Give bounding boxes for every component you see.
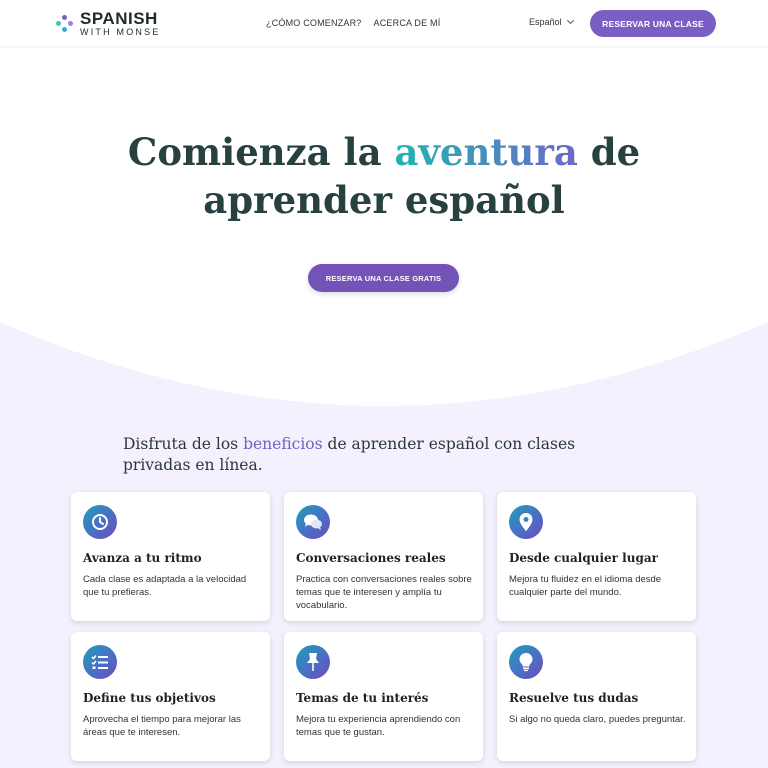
main-nav: ¿CÓMO COMENZAR? ACERCA DE MÍ [266,18,440,28]
benefit-card: Avanza a tu ritmo Cada clase es adaptada… [71,492,270,621]
free-class-button[interactable]: RESERVA UNA CLASE GRATIS [308,264,459,292]
location-pin-icon [509,505,543,539]
nav-how-to-start[interactable]: ¿CÓMO COMENZAR? [266,18,362,28]
benefit-card: Desde cualquier lugar Mejora tu fluidez … [497,492,696,621]
hero-title: Comienza la aventura de aprender español [0,128,768,224]
pushpin-icon [296,645,330,679]
card-title: Desde cualquier lugar [509,551,658,565]
benefit-card: Define tus objetivos Aprovecha el tiempo… [71,632,270,761]
card-title: Resuelve tus dudas [509,691,639,705]
card-title: Conversaciones reales [296,551,446,565]
language-selector[interactable]: Español [529,16,574,27]
card-title: Temas de tu interés [296,691,429,705]
logo-icon [56,14,74,33]
chat-icon [296,505,330,539]
benefit-card: Resuelve tus dudas Si algo no queda clar… [497,632,696,761]
benefits-heading-part1: Disfruta de los [123,435,239,453]
site-header: SPANISH WITH MONSE ¿CÓMO COMENZAR? ACERC… [0,0,768,46]
hero-title-line2: aprender español [203,178,565,222]
card-description: Mejora tu experiencia aprendiendo con te… [296,714,461,738]
chevron-down-icon [566,16,574,25]
language-label: Español [529,17,562,27]
hero-title-accent: aventura [394,130,578,174]
hero-title-part1: Comienza la [127,130,382,174]
card-description: Aprovecha el tiempo para mejorar las áre… [83,714,241,738]
benefits-heading-accent: beneficios [243,435,323,453]
card-title: Avanza a tu ritmo [83,551,202,565]
book-class-button[interactable]: RESERVAR UNA CLASE [590,10,716,37]
nav-about-me[interactable]: ACERCA DE MÍ [374,18,441,28]
logo-title: SPANISH [80,9,158,28]
card-description: Mejora tu fluidez en el idioma desde cua… [509,574,662,598]
benefit-card: Temas de tu interés Mejora tu experienci… [284,632,483,761]
hero-title-part2: de [590,130,641,174]
card-title: Define tus objetivos [83,691,216,705]
card-description: Practica con conversaciones reales sobre… [296,574,472,611]
clock-icon [83,505,117,539]
card-description: Cada clase es adaptada a la velocidad qu… [83,574,247,598]
logo[interactable]: SPANISH WITH MONSE [56,10,161,37]
lightbulb-icon [509,645,543,679]
checklist-icon [83,645,117,679]
card-description: Si algo no queda claro, puedes preguntar… [509,714,686,725]
benefits-heading: Disfruta de los beneficios de aprender e… [123,434,643,476]
logo-subtitle: WITH MONSE [80,27,161,37]
benefit-card: Conversaciones reales Practica con conve… [284,492,483,621]
